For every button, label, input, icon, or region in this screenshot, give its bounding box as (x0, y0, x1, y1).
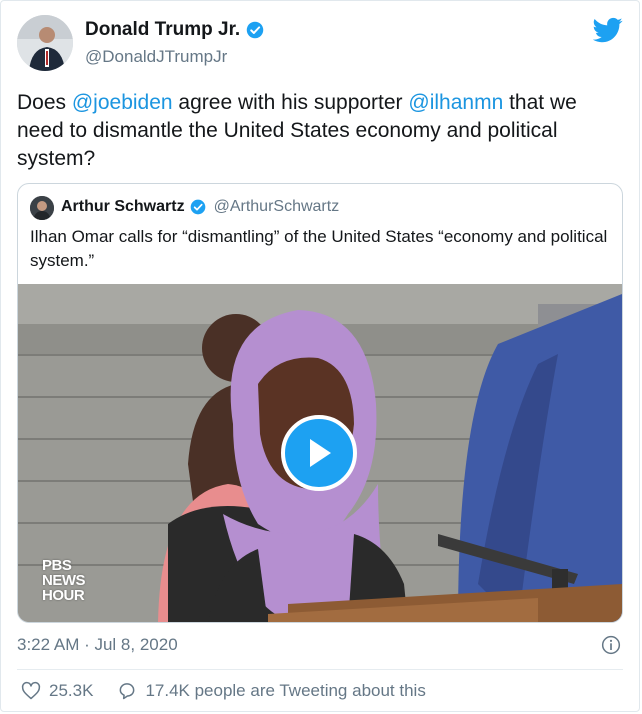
video-player[interactable]: PBS NEWS HOUR (18, 284, 622, 622)
heart-icon[interactable] (21, 681, 41, 701)
quoted-author-name[interactable]: Arthur Schwartz (61, 198, 185, 216)
tweet-text-part: agree with his supporter (172, 91, 409, 114)
quoted-tweet-text: Ilhan Omar calls for “dismantling” of th… (30, 227, 608, 270)
verified-badge-icon (190, 199, 205, 215)
tweet-timestamp[interactable]: 3:22 AM · Jul 8, 2020 (17, 635, 178, 655)
mention-link[interactable]: @ilhanmn (408, 91, 503, 114)
watermark-line: PBS (42, 557, 72, 574)
quoted-tweet[interactable]: Arthur Schwartz @ArthurSchwartz Ilhan Om… (17, 183, 623, 623)
watermark-line: NEWS (42, 572, 86, 589)
like-count: 25.3K (49, 681, 94, 700)
author-handle[interactable]: @DonaldJTrumpJr (85, 47, 227, 67)
tweeting-about-text: 17.4K people are Tweeting about this (145, 681, 426, 700)
tweet-text-part: Does (17, 91, 72, 114)
author-name[interactable]: Donald Trump Jr. (85, 19, 240, 41)
tweet-actions: 25.3K 17.4K people are Tweeting about th… (21, 681, 450, 701)
mention-link[interactable]: @joebiden (72, 91, 173, 114)
play-icon (310, 439, 331, 467)
tweet-card: Donald Trump Jr. @DonaldJTrumpJr Does @j… (0, 0, 640, 712)
conversation-action[interactable]: 17.4K people are Tweeting about this (117, 681, 426, 701)
twitter-bird-icon[interactable] (593, 15, 623, 45)
watermark-line: HOUR (42, 587, 85, 604)
quoted-author-avatar[interactable] (30, 196, 54, 220)
like-action[interactable]: 25.3K (21, 681, 93, 701)
author-avatar[interactable] (17, 15, 73, 71)
author-name-row[interactable]: Donald Trump Jr. (85, 19, 264, 41)
quoted-author-row[interactable]: Arthur Schwartz @ArthurSchwartz (61, 198, 339, 216)
pbs-newshour-watermark: PBS NEWS HOUR (42, 557, 86, 604)
speech-bubble-icon[interactable] (117, 681, 137, 701)
info-icon[interactable] (601, 635, 621, 655)
play-button[interactable] (281, 415, 357, 491)
verified-badge-icon (246, 21, 264, 39)
tweet-body: Does @joebiden agree with his supporter … (17, 89, 617, 173)
quoted-author-handle[interactable]: @ArthurSchwartz (214, 198, 340, 216)
divider (17, 669, 623, 670)
